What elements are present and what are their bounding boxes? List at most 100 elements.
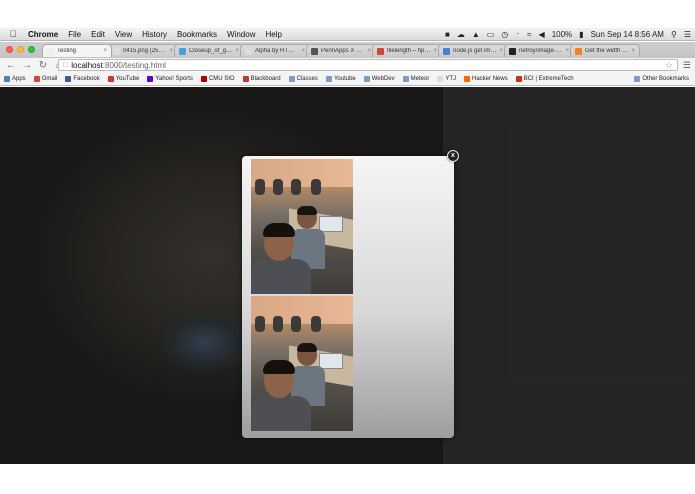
menu-app-name[interactable]: Chrome [28,30,58,39]
bookmark-item[interactable]: Apps [4,76,26,82]
bookmark-item[interactable]: Classes [288,76,318,82]
cloud-icon[interactable]: ☁ [457,30,465,39]
bookmark-item[interactable]: YouTube [107,76,140,82]
display-icon[interactable]: ▭ [487,30,495,39]
tab-label: filelength – hpan… [387,48,430,54]
browser-chrome: Testing×0415.png (256×…×Closeup_of_goat…… [0,42,695,86]
reload-icon[interactable]: ↻ [38,60,48,71]
notification-icon[interactable]: ▲ [472,30,480,39]
tab-label: netroy/image-si… [519,48,563,54]
forward-icon[interactable]: → [22,60,32,71]
bookmark-item[interactable]: Facebook [65,76,100,82]
menu-view[interactable]: View [115,30,132,39]
wifi-icon[interactable]: ≈ [527,30,531,39]
bookmark-label: Yahoo! Sports [155,76,193,82]
menubar-clock[interactable]: Sun Sep 14 8:56 AM [591,30,664,39]
tab-label: node.js get imag… [453,48,496,54]
menu-help[interactable]: Help [265,30,281,39]
bookmark-label: BCI | ExtremeTech [523,76,574,82]
bluetooth-icon[interactable]: ᛫ [515,30,520,39]
browser-tab[interactable]: 0415.png (256×… × [108,44,178,57]
tab-close-icon[interactable]: × [235,48,239,54]
bookmark-label: Blackboard [250,76,281,82]
bookmarks-bar: Apps Gmail Facebook YouTube Yahoo! Sports CMU… [0,73,695,86]
tab-close-icon[interactable]: × [301,48,305,54]
browser-tab[interactable]: Alpha by HTML5…× [240,44,310,57]
bookmark-item[interactable]: BCI | ExtremeTech [515,76,574,82]
modal-close-button[interactable]: x [447,150,459,162]
time-machine-icon[interactable]: ◷ [501,30,508,39]
bookmark-favicon-icon [200,76,207,82]
tab-favicon-icon [47,47,54,55]
browser-tab[interactable]: Get the width an…× [570,44,640,57]
tab-close-icon[interactable]: × [367,48,371,54]
page-icon: □ [63,61,68,69]
notification-center-icon[interactable]: ☰ [684,30,691,39]
browser-tab[interactable]: PennApps X – Fa…× [306,44,376,57]
tab-favicon-icon [377,47,384,55]
menu-bookmarks[interactable]: Bookmarks [177,30,217,39]
bookmark-item[interactable]: Yahoo! Sports [147,76,193,82]
browser-tab[interactable]: filelength – hpan…× [372,44,442,57]
tab-close-icon[interactable]: × [565,48,569,54]
tab-close-icon[interactable]: × [631,48,635,54]
apple-icon[interactable]:  [6,29,20,39]
menu-file[interactable]: File [68,30,81,39]
menu-window[interactable]: Window [227,30,255,39]
bookmark-item[interactable]: YTJ [437,76,456,82]
spotlight-icon[interactable]: ⚲ [671,30,677,39]
browser-toolbar: ← → ↻ ⌂ □ localhost:8000/testing.html ☆ … [0,58,695,73]
window-controls [6,46,35,53]
dropbox-icon[interactable]: ■ [445,30,450,39]
browser-tab[interactable]: node.js get imag…× [438,44,508,57]
bookmark-label: YouTube [115,76,140,82]
tab-close-icon[interactable]: × [499,48,503,54]
bookmark-item[interactable]: Blackboard [242,76,281,82]
bookmark-label: YTJ [445,76,457,82]
bookmark-label: Gmail [41,76,58,82]
selfie-photo-1 [251,159,353,294]
tab-label: Alpha by HTML5… [255,48,298,54]
bookmark-favicon-icon [107,76,114,82]
bookmark-item[interactable]: Gmail [33,76,58,82]
minimize-window-button[interactable] [17,46,24,53]
back-icon[interactable]: ← [6,60,16,71]
menu-history[interactable]: History [142,30,167,39]
chrome-menu-icon[interactable]: ☰ [683,60,691,71]
battery-percent[interactable]: 100% [552,30,572,39]
tab-close-icon[interactable]: × [103,48,107,54]
bookmark-star-icon[interactable]: ☆ [665,60,673,71]
tab-close-icon[interactable]: × [169,48,173,54]
tab-favicon-icon [245,47,252,55]
bookmark-item[interactable]: Youtube [325,76,356,82]
bookmark-item[interactable]: WebDev [363,76,395,82]
bookmark-item[interactable]: Meteor [402,76,430,82]
browser-tab[interactable]: Closeup_of_goat…× [174,44,244,57]
address-bar[interactable]: □ localhost:8000/testing.html ☆ [58,59,678,71]
tab-favicon-icon [179,47,186,55]
bookmark-label: Meteor [410,76,430,82]
lightbox-modal [242,156,454,438]
bookmark-favicon-icon [4,76,10,82]
bookmark-favicon-icon [464,76,471,82]
menu-edit[interactable]: Edit [91,30,105,39]
tab-favicon-icon [443,47,450,55]
bookmark-item[interactable]: CMU SIO [200,76,235,82]
bookmark-label: WebDev [371,76,395,82]
other-bookmarks[interactable]: Other Bookmarks [634,76,689,82]
tab-favicon-icon [509,47,516,55]
browser-tab[interactable]: Testing × [42,44,112,57]
tab-close-icon[interactable]: × [433,48,437,54]
battery-icon[interactable]: ▮ [579,30,583,39]
bookmark-favicon-icon [515,76,522,82]
zoom-window-button[interactable] [28,46,35,53]
volume-icon[interactable]: ◀ [539,30,545,39]
bookmark-item[interactable]: Hacker News [464,76,508,82]
browser-tab[interactable]: netroy/image-si… × [504,44,574,57]
bookmark-favicon-icon [65,76,72,82]
tab-strip: Testing×0415.png (256×…×Closeup_of_goat…… [0,42,695,58]
tab-favicon-icon [113,47,120,55]
mac-menubar:  Chrome File Edit View History Bookmark… [0,28,695,41]
url-host: localhost [71,60,103,70]
close-window-button[interactable] [6,46,13,53]
